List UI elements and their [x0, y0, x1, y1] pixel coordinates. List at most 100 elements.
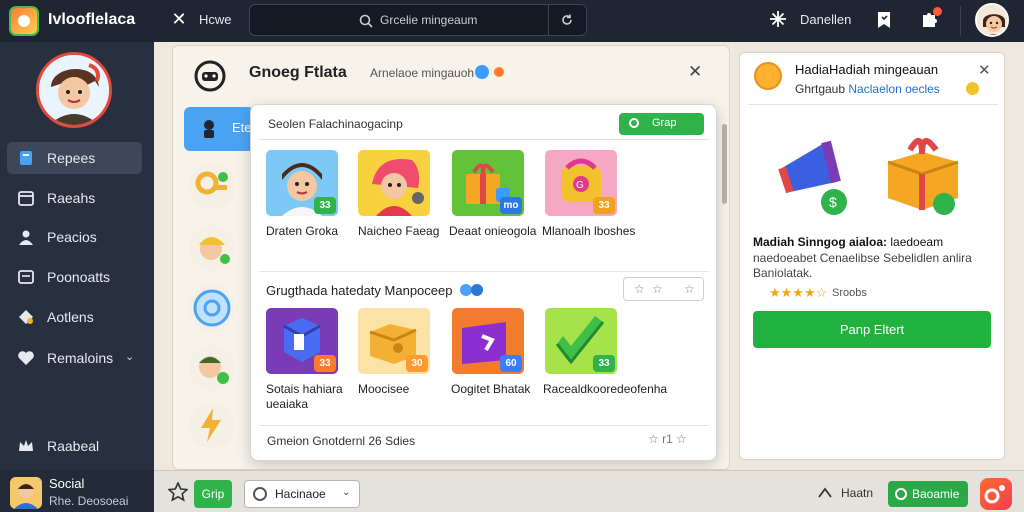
rail-thumb-bolt-icon[interactable]	[189, 402, 235, 448]
sidebar-item-raabeal[interactable]: Raabeal	[7, 430, 142, 462]
sidebar-item-raeahs[interactable]: Raeahs	[7, 182, 142, 214]
chevron-down-icon: ⌄	[342, 487, 351, 498]
filter-icon	[253, 487, 267, 501]
sidebar-item-aotlens[interactable]: Aotlens	[7, 301, 142, 333]
game-tile[interactable]: G 33	[545, 150, 617, 216]
refresh-icon[interactable]	[560, 13, 574, 27]
game-name: Draten Groka	[266, 224, 339, 238]
action-button-label: Baoamie	[912, 487, 960, 501]
game-tile[interactable]: 30	[358, 308, 430, 374]
megaphone-icon: $	[778, 140, 847, 215]
offer-description: naedoeabet Cenaelibse Sebelidlen anlira …	[753, 251, 972, 280]
popup-footer-rating[interactable]: ☆ r1 ☆	[648, 432, 687, 446]
panel-close-icon[interactable]: ✕	[688, 62, 702, 82]
offer-desc-bold: Madiah Sinngog aialoa:	[753, 235, 888, 249]
sidebar-item-remaloins[interactable]: Remaloins ⌄	[7, 342, 142, 374]
game-tile[interactable]	[358, 150, 430, 216]
sidebar-item-poonoatts[interactable]: Poonoatts	[7, 261, 142, 293]
game-name: Racealdkooredeofenha	[543, 382, 668, 396]
tile-badge: 33	[593, 197, 615, 214]
tile-badge: 33	[593, 355, 615, 372]
game-character-icon	[204, 120, 214, 138]
home-link[interactable]: Hcwe	[199, 12, 232, 27]
game-name: Sotais hahiara ueaiaka	[266, 382, 343, 411]
book-icon	[20, 151, 32, 165]
crown-icon	[19, 440, 33, 451]
expand-icon[interactable]	[817, 485, 833, 501]
offer-close-icon[interactable]: ✕	[978, 61, 991, 79]
search-icon	[359, 14, 373, 28]
game-name: Oogitet Bhatak	[451, 382, 531, 396]
user-avatar[interactable]	[975, 3, 1009, 37]
game-name: Deaat onieogola	[449, 224, 537, 238]
star-icon: ☆	[684, 282, 695, 296]
bookmark-icon[interactable]	[876, 11, 892, 29]
offer-desc-rest: laedoeam	[890, 235, 944, 249]
game-tile[interactable]: 33	[266, 308, 338, 374]
search-bar[interactable]: Grcelie mingeaum	[249, 4, 587, 36]
alert-badge-icon	[492, 65, 506, 79]
offer-subtitle-link[interactable]: Naclaelon oecles	[848, 82, 939, 96]
coin-small-icon	[966, 82, 979, 95]
star-icon: ☆	[634, 282, 645, 296]
filter-select-value: Hacinaoe	[275, 487, 326, 501]
close-icon[interactable]: ✕	[170, 10, 188, 28]
sidebar-item-label: Aotlens	[47, 309, 94, 325]
go-icon	[629, 118, 639, 128]
rail-thumb-target-icon[interactable]	[189, 285, 235, 331]
main-scrollbar[interactable]	[722, 124, 727, 204]
search-input[interactable]: Grcelie mingeaum	[380, 13, 477, 27]
notification-dot	[933, 7, 942, 16]
popup-footer-text: Gmeion Gnotdernl 26 Sdies	[267, 434, 416, 448]
toggle-icon	[895, 488, 907, 500]
info-badge-icon	[475, 65, 489, 79]
chat-bubbles-icon	[460, 284, 483, 296]
app-launcher-icon[interactable]	[980, 478, 1012, 510]
sidebar-item-label: Remaloins	[47, 350, 114, 366]
chevron-down-icon: ⌄	[125, 351, 135, 363]
rail-tab-label: Ete	[232, 120, 252, 135]
rail-thumb-key-icon[interactable]	[189, 163, 235, 209]
page-title: Gnoeg Ftlata	[249, 64, 347, 81]
app-logo-icon[interactable]	[9, 6, 39, 36]
tile-badge: mo	[500, 197, 522, 214]
rating-filter[interactable]: ☆ ☆ ☆	[623, 277, 704, 301]
section-title: Grugthada hatedaty Manpoceep	[266, 283, 453, 298]
rail-tab-active[interactable]: Ete	[184, 107, 254, 151]
tile-badge: 33	[314, 355, 336, 372]
svg-text:G: G	[576, 180, 584, 191]
star-icon[interactable]	[168, 482, 188, 502]
coin-icon	[754, 62, 782, 90]
game-tile[interactable]: mo	[452, 150, 524, 216]
game-tile[interactable]: 33	[545, 308, 617, 374]
rail-thumb-character[interactable]	[189, 345, 235, 391]
divider	[748, 104, 998, 105]
home-link[interactable]: Haatn	[841, 486, 873, 500]
offer-title: HadiaHadiah mingeauan	[795, 62, 939, 77]
profile-avatar[interactable]	[36, 52, 112, 128]
tile-badge: 60	[500, 355, 522, 372]
svg-text:$: $	[829, 194, 837, 210]
rail-thumb-avatar[interactable]	[189, 225, 235, 271]
heart-icon	[18, 351, 34, 365]
sidebar-item-repees[interactable]: Repees	[7, 142, 142, 174]
extensions-icon[interactable]	[921, 7, 942, 29]
game-tile[interactable]: 33	[266, 150, 338, 216]
popup-go-button[interactable]: Grap	[619, 113, 704, 135]
divider	[259, 139, 709, 140]
social-title: Social	[49, 476, 85, 491]
sparkle-icon[interactable]	[769, 10, 787, 28]
offer-cta-button[interactable]: Panp Eltert	[753, 311, 991, 348]
action-button[interactable]: Baoamie	[888, 481, 968, 507]
go-button[interactable]: Grip	[194, 480, 232, 508]
search-divider	[548, 5, 549, 35]
sidebar-item-label: Repees	[47, 150, 96, 166]
offer-subtitle: Ghrtgaub Naclaelon oecles	[795, 82, 940, 96]
user-menu[interactable]: Danellen	[800, 12, 851, 27]
game-tile[interactable]: 60	[452, 308, 524, 374]
social-avatar[interactable]	[10, 477, 42, 509]
sidebar-item-label: Peacios	[47, 229, 97, 245]
sidebar-item-peacios[interactable]: Peacios	[7, 221, 142, 253]
filter-select[interactable]: Hacinaoe ⌄	[244, 480, 360, 508]
offer-subtitle-plain: Ghrtgaub	[795, 82, 846, 96]
